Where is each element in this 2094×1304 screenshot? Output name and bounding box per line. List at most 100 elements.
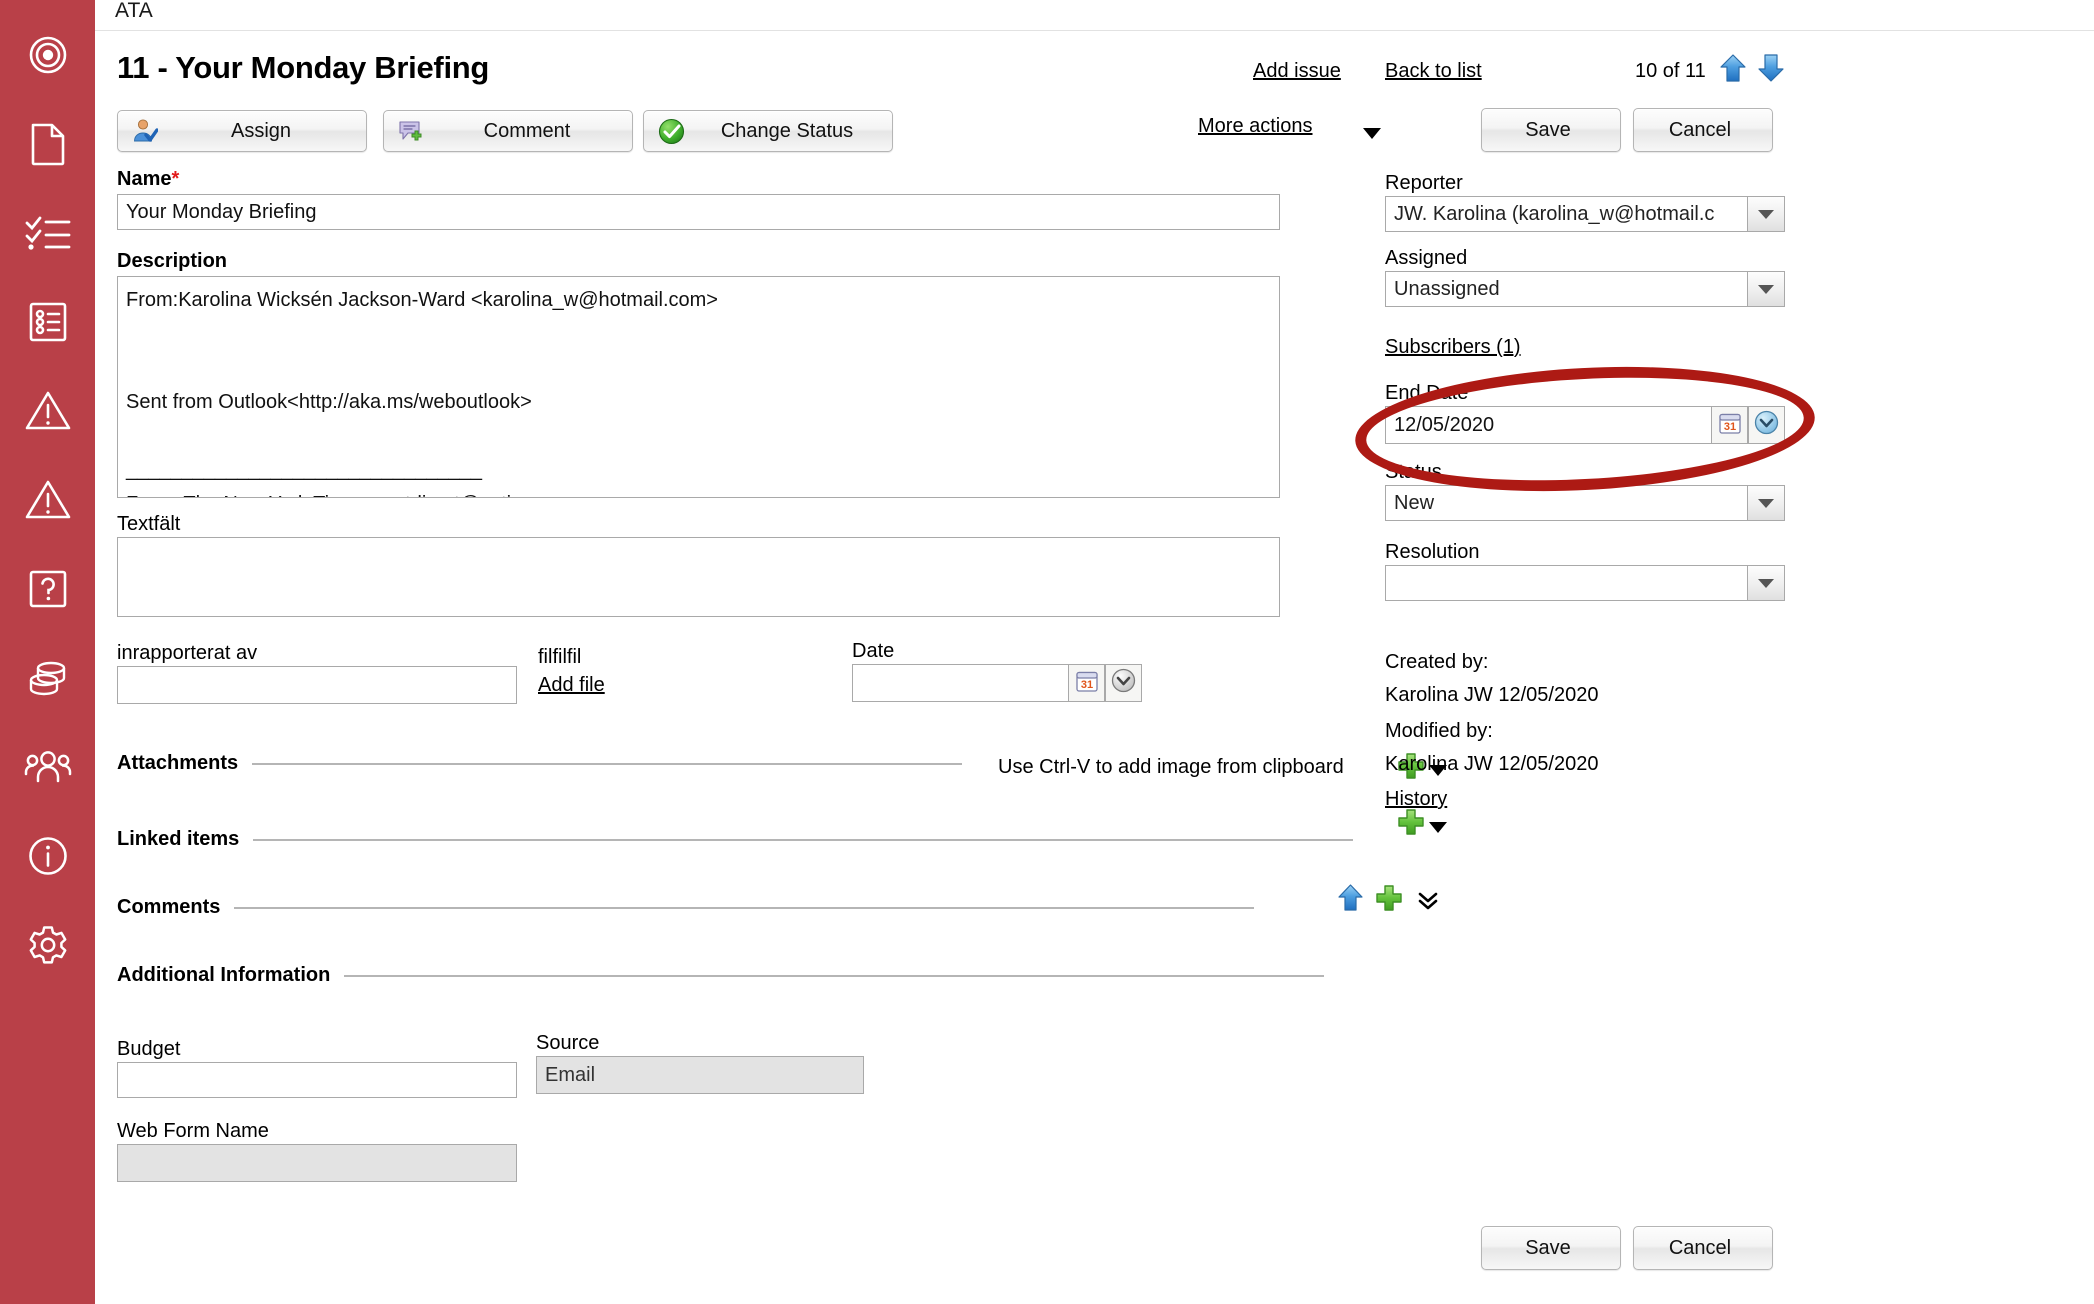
additional-information-section-header: Additional Information (117, 964, 1325, 987)
page-title: 11 - Your Monday Briefing (117, 50, 490, 85)
sidebar-item-checklist[interactable] (0, 188, 95, 277)
textfalt-textarea[interactable] (117, 537, 1280, 617)
history-link[interactable]: History (1385, 788, 1447, 811)
cancel-button-top-label: Cancel (1668, 118, 1732, 141)
calendar-icon: 31 (1718, 411, 1742, 440)
save-button-bottom-label: Save (1525, 1236, 1571, 1259)
sidebar-item-settings[interactable] (0, 900, 95, 989)
sort-comments-up-icon[interactable] (1338, 884, 1363, 916)
name-label: Name* (117, 168, 180, 190)
resolution-value (1385, 565, 1747, 601)
main-content: ATA 11 - Your Monday Briefing Add issue … (95, 0, 2094, 1304)
status-value: New (1385, 485, 1747, 521)
save-button-bottom[interactable]: Save (1481, 1226, 1621, 1270)
textfalt-label: Textfält (117, 513, 181, 535)
time-picker-button[interactable] (1105, 664, 1142, 702)
date-input[interactable] (852, 664, 1068, 702)
assigned-dropdown-arrow-icon[interactable] (1747, 271, 1785, 307)
next-issue-arrow-icon[interactable] (1758, 54, 1784, 87)
reporter-select[interactable]: JW. Karolina (karolina_w@hotmail.c (1385, 196, 1785, 232)
comment-button-label: Comment (483, 119, 571, 142)
resolution-label: Resolution (1385, 541, 1480, 563)
sidebar-item-warning[interactable] (0, 366, 95, 455)
reporter-dropdown-arrow-icon[interactable] (1747, 196, 1785, 232)
reporter-value: JW. Karolina (karolina_w@hotmail.c (1385, 196, 1747, 232)
resolution-select[interactable] (1385, 565, 1785, 601)
comments-rule (234, 906, 1255, 909)
sidebar-item-document[interactable] (0, 99, 95, 188)
save-button-top[interactable]: Save (1481, 108, 1621, 152)
budget-input[interactable] (117, 1062, 517, 1098)
additional-information-rule (344, 974, 1325, 977)
assign-user-icon (128, 118, 162, 144)
warning-alt-icon (25, 479, 71, 521)
status-dropdown-arrow-icon[interactable] (1747, 485, 1785, 521)
required-asterisk: * (171, 168, 180, 190)
web-form-name-label: Web Form Name (117, 1120, 269, 1142)
modified-by-label: Modified by: (1385, 720, 1493, 742)
sidebar-item-help[interactable] (0, 544, 95, 633)
end-date-field[interactable]: 12/05/2020 31 (1385, 406, 1785, 444)
filfilfil-label: filfilfil (538, 646, 582, 668)
subscribers-link[interactable]: Subscribers (1) (1385, 336, 1521, 359)
back-to-list-link[interactable]: Back to list (1385, 60, 1482, 83)
linked-items-dropdown-icon[interactable] (1429, 822, 1447, 833)
additional-information-title: Additional Information (117, 964, 331, 986)
add-issue-link[interactable]: Add issue (1253, 60, 1341, 83)
change-status-button-label: Change Status (720, 119, 854, 142)
top-bar: ATA (95, 0, 2094, 31)
prev-issue-arrow-icon[interactable] (1720, 54, 1746, 87)
end-date-calendar-button[interactable]: 31 (1711, 406, 1748, 444)
assigned-select[interactable]: Unassigned (1385, 271, 1785, 307)
description-textarea[interactable]: From:Karolina Wicksén Jackson-Ward <karo… (117, 276, 1280, 498)
add-linked-item-icon[interactable] (1397, 808, 1425, 841)
linked-items-rule (253, 838, 1354, 841)
status-select[interactable]: New (1385, 485, 1785, 521)
pager-label: 10 of 11 (1635, 60, 1706, 82)
svg-text:31: 31 (1080, 679, 1092, 691)
resolution-dropdown-arrow-icon[interactable] (1747, 565, 1785, 601)
sidebar-item-database[interactable] (0, 633, 95, 722)
sidebar-item-form-list[interactable] (0, 277, 95, 366)
change-status-button[interactable]: Change Status (643, 110, 893, 152)
created-by-label: Created by: (1385, 651, 1489, 673)
cancel-button-bottom-label: Cancel (1668, 1236, 1732, 1259)
cancel-button-top[interactable]: Cancel (1633, 108, 1773, 152)
save-button-top-label: Save (1525, 118, 1571, 141)
warning-icon (25, 390, 71, 432)
source-label: Source (536, 1032, 600, 1054)
end-date-time-button[interactable] (1748, 406, 1785, 444)
comment-button[interactable]: Comment (383, 110, 633, 152)
clock-icon (1111, 668, 1136, 698)
comments-title: Comments (117, 896, 221, 918)
clock-icon (1754, 410, 1779, 440)
name-input[interactable]: Your Monday Briefing (117, 194, 1280, 230)
chevron-down-icon[interactable] (1363, 128, 1381, 139)
sidebar-item-target[interactable] (0, 10, 95, 99)
cancel-button-bottom[interactable]: Cancel (1633, 1226, 1773, 1270)
calendar-picker-button[interactable]: 31 (1068, 664, 1105, 702)
date-field[interactable]: 31 (852, 664, 1142, 702)
expand-comments-chevrons-icon[interactable] (1417, 890, 1439, 917)
sidebar-item-info[interactable] (0, 811, 95, 900)
description-label: Description (117, 250, 228, 272)
modified-by-value: Karolina JW 12/05/2020 (1385, 753, 1599, 775)
add-file-link[interactable]: Add file (538, 674, 605, 697)
inrapporterat-input[interactable] (117, 666, 517, 704)
comment-bubble-icon (394, 118, 428, 144)
attachments-hint: Use Ctrl-V to add image from clipboard (998, 756, 1344, 778)
calendar-icon: 31 (1075, 669, 1099, 698)
assign-button[interactable]: Assign (117, 110, 367, 152)
sidebar-item-warning-alt[interactable] (0, 455, 95, 544)
status-label: Status (1385, 461, 1442, 483)
gear-icon (26, 923, 70, 967)
add-comment-icon[interactable] (1375, 884, 1403, 917)
attachments-rule (252, 762, 963, 765)
end-date-label: End Date (1385, 382, 1469, 404)
linked-items-title: Linked items (117, 828, 240, 850)
linked-items-section-header: Linked items (117, 828, 1354, 851)
assigned-value: Unassigned (1385, 271, 1747, 307)
sidebar-item-users[interactable] (0, 722, 95, 811)
more-actions-link[interactable]: More actions (1198, 115, 1313, 138)
end-date-input[interactable]: 12/05/2020 (1385, 406, 1711, 444)
